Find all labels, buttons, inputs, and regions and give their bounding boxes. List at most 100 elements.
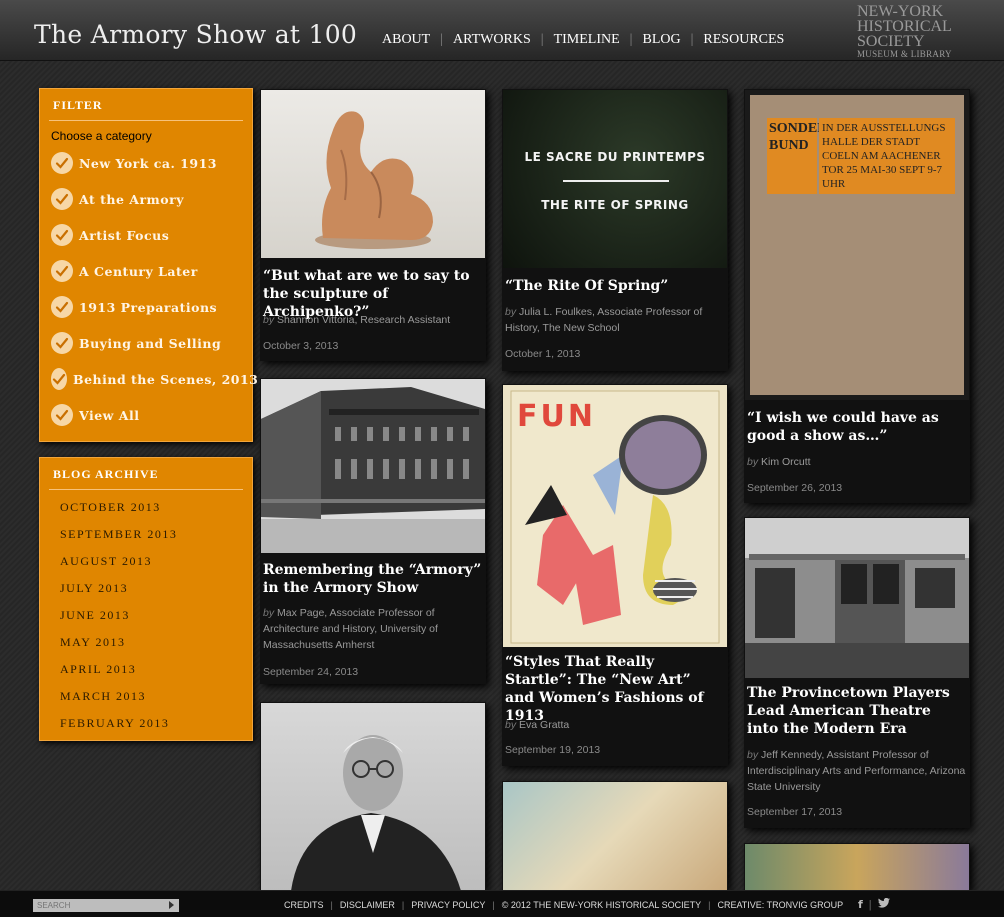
social-links: f | xyxy=(858,897,890,911)
nav-divider: | xyxy=(690,32,694,47)
footer-link-privacy[interactable]: PRIVACY POLICY xyxy=(411,900,485,910)
nav-divider: | xyxy=(540,32,544,47)
filter-panel: FILTER Choose a category New York ca. 19… xyxy=(39,88,258,442)
logo-line: MUSEUM & LIBRARY xyxy=(857,49,952,59)
sonderbund-catalog-image[interactable]: SONDER BUND IN DER AUSSTELLUNGS HALLE DE… xyxy=(745,90,969,400)
by-label: by xyxy=(747,456,759,468)
by-label: by xyxy=(263,314,275,326)
filter-category-label: View All xyxy=(79,407,140,423)
post-byline: by Eva Gratta xyxy=(505,717,724,733)
armory-photo[interactable] xyxy=(261,379,485,553)
by-label: by xyxy=(747,749,759,761)
twitter-icon[interactable] xyxy=(877,897,890,911)
post-card[interactable]: FUN “Styles That Really Startle”: The “N… xyxy=(502,384,728,766)
post-card[interactable]: The Provincetown Players Lead American T… xyxy=(744,517,970,828)
post-card[interactable] xyxy=(744,843,970,890)
fun-magazine-cover[interactable]: FUN xyxy=(503,385,727,647)
archive-month-link[interactable]: JUNE 2013 xyxy=(60,602,252,629)
footer-link-creative[interactable]: CREATIVE: TRONVIG GROUP xyxy=(717,900,843,910)
footer-link-credits[interactable]: CREDITS xyxy=(284,900,324,910)
post-card[interactable] xyxy=(502,781,728,890)
checkmark-icon xyxy=(51,404,73,426)
footer-link-disclaimer[interactable]: DISCLAIMER xyxy=(340,900,395,910)
post-date: September 24, 2013 xyxy=(263,666,359,678)
footer-links: CREDITS | DISCLAIMER | PRIVACY POLICY | © 2… xyxy=(284,900,843,910)
post-title[interactable]: “The Rite Of Spring” xyxy=(505,277,724,295)
main-nav: ABOUT | ARTWORKS | TIMELINE | BLOG | RESOURC… xyxy=(382,32,784,48)
nav-resources[interactable]: RESOURCES xyxy=(703,32,784,48)
filter-category-label: A Century Later xyxy=(79,263,198,279)
provincetown-photo[interactable] xyxy=(745,518,969,678)
sculpture-image[interactable] xyxy=(261,90,485,258)
archive-heading: BLOG ARCHIVE xyxy=(49,458,243,490)
by-label: by xyxy=(263,607,275,619)
image-caption: THE RITE OF SPRING xyxy=(541,198,689,212)
social-divider: | xyxy=(868,898,872,911)
archive-month-link[interactable]: SEPTEMBER 2013 xyxy=(60,521,252,548)
archive-month-link[interactable]: MAY 2013 xyxy=(60,629,252,656)
post-title[interactable]: The Provincetown Players Lead American T… xyxy=(747,684,966,738)
archive-month-link[interactable]: MARCH 2013 xyxy=(60,683,252,710)
archive-month-link[interactable]: OCTOBER 2013 xyxy=(60,494,252,521)
nyhs-logo[interactable]: NEW-YORK HISTORICAL SOCIETY MUSEUM & LIB… xyxy=(857,4,977,60)
filter-category-label: Buying and Selling xyxy=(79,335,222,351)
filter-category-item[interactable]: 1913 Preparations xyxy=(51,289,252,325)
rite-of-spring-image[interactable]: LE SACRE DU PRINTEMPS THE RITE OF SPRING xyxy=(503,90,727,268)
post-byline: by Julia L. Foulkes, Associate Professor… xyxy=(505,304,724,336)
logo-line: HISTORICAL xyxy=(857,18,952,35)
post-card[interactable]: Remembering the “Armory” in the Armory S… xyxy=(260,378,486,684)
checkmark-icon xyxy=(51,224,73,246)
portrait-photo[interactable] xyxy=(261,703,485,890)
facebook-icon[interactable]: f xyxy=(858,898,863,911)
post-card[interactable]: LE SACRE DU PRINTEMPS THE RITE OF SPRING… xyxy=(502,89,728,371)
nav-blog[interactable]: BLOG xyxy=(642,32,680,48)
post-title[interactable]: “Styles That Really Startle”: The “New A… xyxy=(505,653,724,725)
archive-month-link[interactable]: JULY 2013 xyxy=(60,575,252,602)
filter-category-label: New York ca. 1913 xyxy=(79,155,217,171)
filter-category-item[interactable]: View All xyxy=(51,397,252,433)
logo-line: NEW-YORK xyxy=(857,3,944,20)
search-submit-icon[interactable] xyxy=(169,901,174,909)
archive-month-link[interactable]: AUGUST 2013 xyxy=(60,548,252,575)
filter-category-item[interactable]: Buying and Selling xyxy=(51,325,252,361)
post-card[interactable]: “But what are we to say to the sculpture… xyxy=(260,89,486,361)
painting-image[interactable] xyxy=(503,782,727,890)
filter-category-item[interactable]: Artist Focus xyxy=(51,217,252,253)
post-date: October 1, 2013 xyxy=(505,348,581,360)
archive-month-link[interactable]: FEBRUARY 2013 xyxy=(60,710,252,737)
checkmark-icon xyxy=(51,296,73,318)
archive-month-link[interactable]: APRIL 2013 xyxy=(60,656,252,683)
checkmark-icon xyxy=(51,152,73,174)
painting-image[interactable] xyxy=(745,844,969,890)
filter-category-item[interactable]: Behind the Scenes, 2013 xyxy=(51,361,258,397)
checkmark-icon xyxy=(51,188,73,210)
nav-timeline[interactable]: TIMELINE xyxy=(554,32,620,48)
nav-divider: | xyxy=(440,32,444,47)
filter-heading: FILTER xyxy=(49,89,243,121)
post-title[interactable]: “I wish we could have as good a show as…… xyxy=(747,409,966,445)
site-title[interactable]: The Armory Show at 100 xyxy=(34,20,357,49)
post-byline: by Shannon Vittoria, Research Assistant xyxy=(263,312,482,328)
filter-category-label: Behind the Scenes, 2013 xyxy=(73,371,259,387)
nav-artworks[interactable]: ARTWORKS xyxy=(453,32,531,48)
checkmark-icon xyxy=(51,332,73,354)
post-title[interactable]: Remembering the “Armory” in the Armory S… xyxy=(263,561,482,597)
post-card[interactable]: SONDER BUND IN DER AUSSTELLUNGS HALLE DE… xyxy=(744,89,970,503)
post-byline: by Jeff Kennedy, Assistant Professor of … xyxy=(747,747,966,795)
post-author: Kim Orcutt xyxy=(761,456,811,468)
filter-category-item[interactable]: A Century Later xyxy=(51,253,252,289)
footer-divider: | xyxy=(401,900,405,910)
by-label: by xyxy=(505,306,517,318)
site-footer: CREDITS | DISCLAIMER | PRIVACY POLICY | © 2… xyxy=(0,890,1004,917)
footer-divider: | xyxy=(708,900,711,910)
category-list: New York ca. 1913 At the Armory Artist Foc… xyxy=(40,145,258,433)
filter-category-item[interactable]: At the Armory xyxy=(51,181,252,217)
post-author: Julia L. Foulkes, Associate Professor of… xyxy=(505,306,703,334)
filter-category-item[interactable]: New York ca. 1913 xyxy=(51,145,252,181)
footer-copyright: © 2012 THE NEW-YORK HISTORICAL SOCIETY xyxy=(501,900,702,910)
search-input[interactable] xyxy=(33,899,179,912)
nav-about[interactable]: ABOUT xyxy=(382,32,430,48)
post-date: September 17, 2013 xyxy=(747,806,843,818)
post-card[interactable] xyxy=(260,702,486,890)
post-date: September 26, 2013 xyxy=(747,482,843,494)
